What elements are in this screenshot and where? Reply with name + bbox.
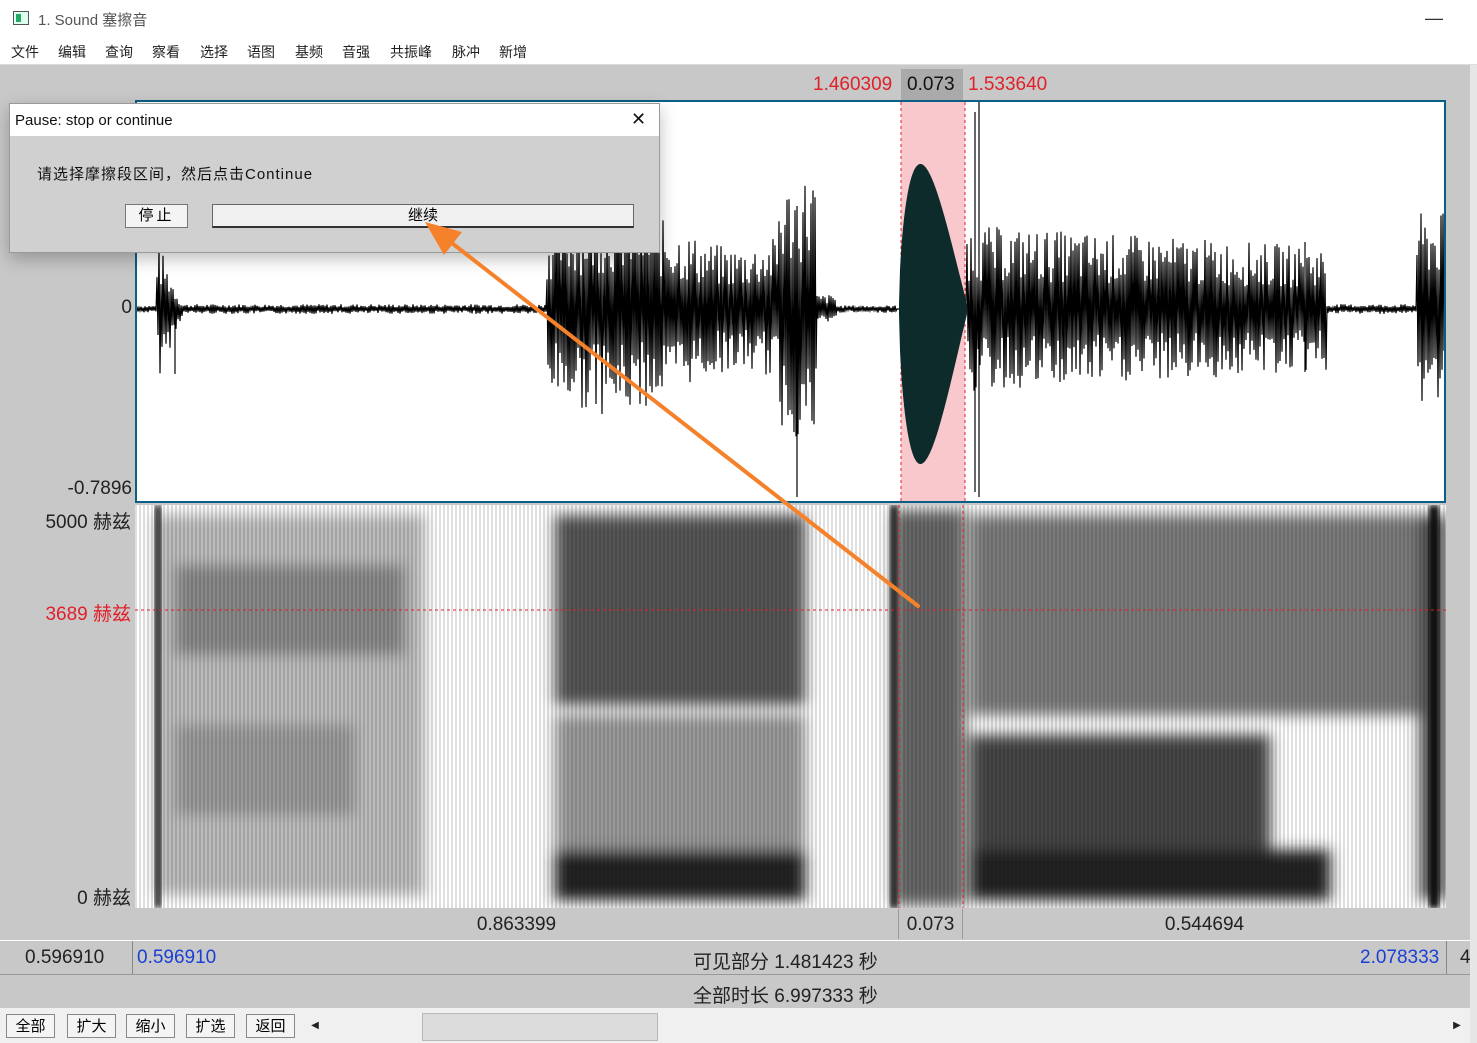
zoom-back-button[interactable]: 返回	[246, 1014, 295, 1038]
selection-duration: 0.073	[907, 74, 955, 95]
menu-select[interactable]: 选择	[200, 42, 228, 62]
selection-end-time: 1.533640	[968, 74, 1048, 95]
duration-right[interactable]: 0.544694	[963, 909, 1446, 939]
waveform-zero-label: 0	[121, 297, 132, 318]
total-duration-row[interactable]: 全部时长 6.997333 秒	[0, 974, 1470, 1008]
visible-end: 2.078333	[1360, 947, 1440, 968]
duration-row: 0.863399 0.073 0.544694	[135, 909, 1446, 939]
spectrogram-panel[interactable]	[135, 505, 1446, 908]
scrollbar-thumb[interactable]	[422, 1013, 658, 1041]
menu-file[interactable]: 文件	[11, 42, 39, 62]
menu-view[interactable]: 察看	[152, 42, 180, 62]
spectrogram-svg	[135, 505, 1446, 908]
title-bar	[0, 0, 1477, 38]
app-icon	[13, 11, 29, 25]
dialog-title: Pause: stop or continue	[15, 112, 173, 129]
scroll-left-icon[interactable]: ◀	[306, 1014, 324, 1038]
spectrogram-bottom-label: 0 赫兹	[77, 888, 131, 909]
spectrogram-top-label: 5000 赫兹	[45, 512, 131, 533]
menu-intensity[interactable]: 音强	[342, 42, 370, 62]
waveform-min-label: -0.7896	[67, 478, 132, 499]
menu-pulses[interactable]: 脉冲	[452, 42, 480, 62]
visible-range-row[interactable]: 0.596910 0.596910 可见部分 1.481423 秒 2.0783…	[0, 940, 1470, 974]
minimize-button[interactable]: —	[1425, 8, 1443, 29]
duration-left[interactable]: 0.863399	[135, 909, 899, 939]
visible-start: 0.596910	[137, 947, 217, 968]
continue-button[interactable]: 继续	[212, 204, 634, 228]
menu-edit[interactable]: 编辑	[58, 42, 86, 62]
selection-start-time: 1.460309	[813, 74, 893, 95]
scroll-right-icon[interactable]: ▶	[1448, 1014, 1466, 1038]
visible-outer-left: 0.596910	[25, 947, 105, 968]
total-duration-label: 全部时长 6.997333 秒	[693, 986, 878, 1007]
menu-spectrogram[interactable]: 语图	[247, 42, 275, 62]
dialog-message: 请选择摩擦段区间，然后点击Continue	[37, 166, 314, 183]
menu-bar: 文件 编辑 查询 察看 选择 语图 基频 音强 共振峰 脉冲 新增	[0, 38, 1477, 65]
stop-button[interactable]: 停止	[125, 204, 188, 228]
menu-pitch[interactable]: 基频	[295, 42, 323, 62]
visible-outer-right: 4	[1460, 947, 1470, 968]
zoom-to-selection-button[interactable]: 扩选	[186, 1014, 235, 1038]
dialog-close-icon[interactable]: ✕	[631, 109, 646, 130]
duration-selection[interactable]: 0.073	[899, 909, 963, 939]
pause-dialog: Pause: stop or continue ✕ 请选择摩擦段区间，然后点击C…	[9, 103, 660, 253]
zoom-in-button[interactable]: 扩大	[67, 1014, 116, 1038]
spectrogram-cursor-label: 3689 赫兹	[45, 604, 131, 625]
visible-duration-label: 可见部分 1.481423 秒	[693, 952, 878, 973]
zoom-out-button[interactable]: 缩小	[126, 1014, 175, 1038]
menu-query[interactable]: 查询	[105, 42, 133, 62]
menu-new[interactable]: 新增	[499, 42, 527, 62]
show-all-button[interactable]: 全部	[6, 1014, 55, 1038]
window-edge	[1470, 65, 1477, 1043]
window-title: 1. Sound 塞擦音	[38, 12, 148, 29]
menu-formant[interactable]: 共振峰	[390, 42, 432, 62]
